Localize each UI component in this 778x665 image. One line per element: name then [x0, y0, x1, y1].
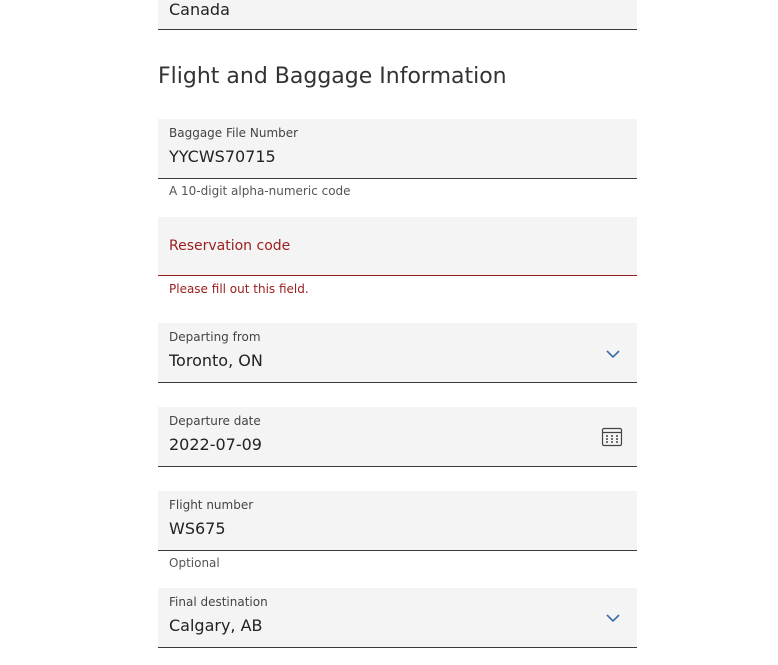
reservation-code-error: Please fill out this field.: [169, 282, 309, 296]
final-destination-label: Final destination: [169, 595, 268, 609]
baggage-file-number-input[interactable]: YYCWS70715: [169, 147, 276, 166]
chevron-down-icon[interactable]: [605, 613, 621, 623]
departure-date-value: 2022-07-09: [169, 435, 262, 454]
baggage-file-number-helper: A 10-digit alpha-numeric code: [169, 184, 351, 198]
departure-date-label: Departure date: [169, 414, 261, 428]
departing-from-value: Toronto, ON: [169, 351, 263, 370]
baggage-file-number-field[interactable]: Baggage File Number YYCWS70715: [158, 119, 637, 179]
final-destination-select[interactable]: Final destination Calgary, AB: [158, 588, 637, 648]
flight-number-helper: Optional: [169, 556, 220, 570]
chevron-down-icon[interactable]: [605, 349, 621, 359]
section-title: Flight and Baggage Information: [158, 64, 507, 89]
baggage-file-number-label: Baggage File Number: [169, 126, 299, 140]
calendar-icon[interactable]: [601, 427, 623, 447]
country-field[interactable]: Canada: [158, 0, 637, 30]
country-value: Canada: [169, 0, 230, 19]
departing-from-label: Departing from: [169, 330, 261, 344]
final-destination-value: Calgary, AB: [169, 616, 263, 635]
reservation-code-field[interactable]: Reservation code: [158, 217, 637, 276]
departure-date-field[interactable]: Departure date 2022-07-09: [158, 407, 637, 467]
flight-number-field[interactable]: Flight number WS675: [158, 491, 637, 551]
flight-number-label: Flight number: [169, 498, 254, 512]
departing-from-select[interactable]: Departing from Toronto, ON: [158, 323, 637, 383]
reservation-code-placeholder: Reservation code: [169, 238, 291, 254]
flight-number-input[interactable]: WS675: [169, 519, 226, 538]
